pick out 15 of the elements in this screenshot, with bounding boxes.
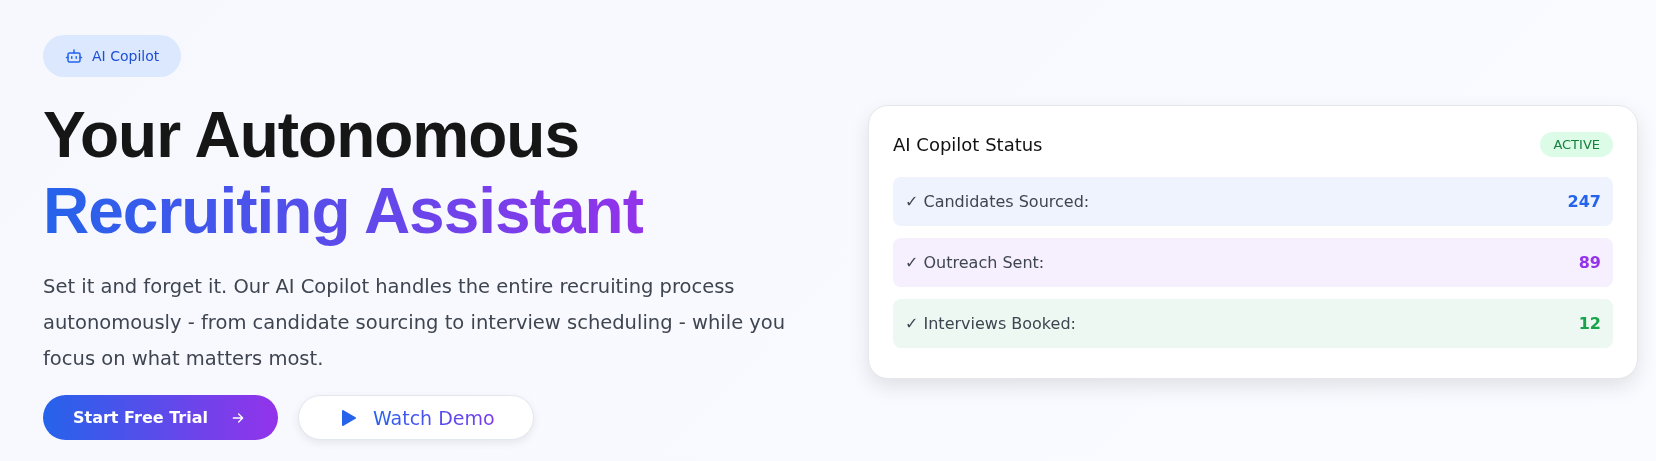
stat-value: 12 bbox=[1578, 314, 1601, 333]
stat-label: ✓ Candidates Sourced: bbox=[905, 192, 1090, 211]
stat-value: 89 bbox=[1578, 253, 1601, 272]
stat-value: 247 bbox=[1567, 192, 1601, 211]
card-title: AI Copilot Status bbox=[893, 134, 1043, 155]
watch-demo-button[interactable]: Watch Demo bbox=[297, 395, 534, 440]
stat-label: ✓ Outreach Sent: bbox=[905, 253, 1045, 272]
stat-label: ✓ Interviews Booked: bbox=[905, 314, 1076, 333]
description: Set it and forget it. Our AI Copilot handles the entire recruiting process autonomously - from candidate sourcing to interview scheduling - while you focus on what matters most. bbox=[43, 274, 787, 372]
badge-label: AI Copilot bbox=[92, 48, 160, 64]
start-trial-button[interactable]: Start Free Trial bbox=[43, 395, 278, 440]
status-pill: ACTIVE bbox=[1540, 132, 1613, 157]
play-icon bbox=[340, 408, 357, 427]
headline: Your Autonomous bbox=[43, 98, 580, 173]
robot-icon bbox=[65, 47, 83, 65]
